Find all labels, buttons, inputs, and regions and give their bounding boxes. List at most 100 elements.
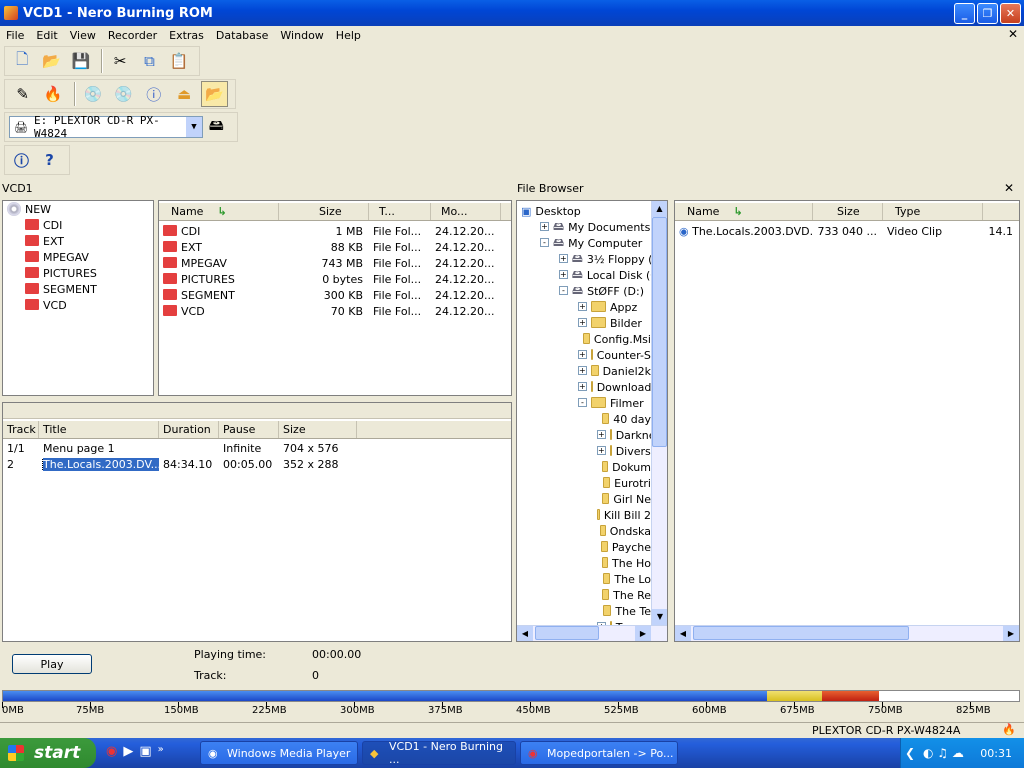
- choose-recorder-icon[interactable]: 🖴: [203, 114, 230, 140]
- tree-item[interactable]: Payche: [517, 539, 651, 555]
- menu-extras[interactable]: Extras: [163, 29, 210, 42]
- tree-item[interactable]: The Te: [517, 603, 651, 619]
- tree-item[interactable]: Ondska: [517, 523, 651, 539]
- expand-icon[interactable]: +: [578, 301, 587, 311]
- scroll-down-icon[interactable]: ▼: [652, 609, 667, 625]
- tree-item-root[interactable]: NEW: [3, 201, 153, 217]
- tree-item[interactable]: - Filmer: [517, 395, 651, 411]
- tree-item-cdi[interactable]: CDI: [3, 217, 153, 233]
- column-header-name[interactable]: Name ↳: [675, 203, 813, 220]
- tree-item[interactable]: + Bilder: [517, 315, 651, 331]
- collapse-icon[interactable]: -: [540, 237, 549, 247]
- file-browser-toggle-icon[interactable]: 📂: [200, 81, 228, 107]
- help-icon[interactable]: ?: [37, 147, 62, 173]
- scroll-up-icon[interactable]: ▲: [652, 201, 667, 217]
- burn-icon[interactable]: 🔥: [39, 81, 66, 107]
- menu-window[interactable]: Window: [274, 29, 329, 42]
- column-header-title[interactable]: Title: [39, 421, 159, 438]
- tree-item[interactable]: The Ho: [517, 555, 651, 571]
- tree-item[interactable]: Dokum: [517, 459, 651, 475]
- expand-icon[interactable]: +: [578, 381, 587, 391]
- expand-icon[interactable]: +: [559, 253, 568, 263]
- column-header-size[interactable]: Size: [813, 203, 883, 220]
- file-browser-tree[interactable]: ▣ Desktop + 🖴 My Documents - 🖴 My Computer + 🖴 3½ …: [516, 200, 668, 642]
- compilation-tree[interactable]: NEW CDI EXT MPEGAV PICTURES SEGMENT VCD: [2, 200, 154, 396]
- tree-item-segment[interactable]: SEGMENT: [3, 281, 153, 297]
- column-header-size[interactable]: Size: [279, 421, 357, 438]
- column-header-type[interactable]: Type: [883, 203, 983, 220]
- recorder-select[interactable]: 🖨 E: PLEXTOR CD-R PX-W4824 ▼: [9, 114, 203, 140]
- tray-app-icons[interactable]: ◐ ♫ ☁: [923, 746, 964, 760]
- menu-help[interactable]: Help: [330, 29, 367, 42]
- tree-item[interactable]: Config.Msi: [517, 331, 651, 347]
- collapse-icon[interactable]: -: [578, 397, 587, 407]
- list-horizontal-scrollbar[interactable]: ◀ ▶: [675, 625, 1019, 641]
- tree-item[interactable]: - 🖴 My Computer: [517, 235, 651, 251]
- track-list[interactable]: Track Title Duration Pause Size 1/1 Menu …: [2, 402, 512, 642]
- list-item[interactable]: EXT 88 KB File Fol... 24.12.20...: [159, 239, 511, 255]
- burn-disc-icon[interactable]: 💿: [80, 81, 107, 107]
- menu-file[interactable]: File: [0, 29, 30, 42]
- save-icon[interactable]: 💾: [68, 48, 94, 74]
- column-header-size[interactable]: Size: [279, 203, 369, 220]
- tree-item-mpegav[interactable]: MPEGAV: [3, 249, 153, 265]
- list-item[interactable]: MPEGAV 743 MB File Fol... 24.12.20...: [159, 255, 511, 271]
- scroll-thumb[interactable]: [652, 217, 667, 447]
- expand-icon[interactable]: +: [559, 269, 568, 279]
- tree-item[interactable]: + 🖴 My Documents: [517, 219, 651, 235]
- tree-item[interactable]: The Lo: [517, 571, 651, 587]
- tree-item[interactable]: Girl Ne: [517, 491, 651, 507]
- tree-item[interactable]: Eurotri: [517, 475, 651, 491]
- tree-horizontal-scrollbar[interactable]: ◀ ▶: [517, 625, 667, 641]
- tree-item[interactable]: The Re: [517, 587, 651, 603]
- open-folder-icon[interactable]: 📂: [38, 48, 64, 74]
- eject-icon[interactable]: ⏏: [170, 81, 197, 107]
- tree-item[interactable]: + Appz: [517, 299, 651, 315]
- list-item[interactable]: CDI 1 MB File Fol... 24.12.20...: [159, 223, 511, 239]
- tree-item[interactable]: Kill Bill 2: [517, 507, 651, 523]
- tree-item[interactable]: - 🖴 StØFF (D:): [517, 283, 651, 299]
- copy-disc-icon[interactable]: 💿: [110, 81, 137, 107]
- compilation-properties-icon[interactable]: ✎: [9, 81, 36, 107]
- paste-icon[interactable]: 📋: [166, 48, 192, 74]
- task-windows-media-player[interactable]: ◉ Windows Media Player: [200, 741, 358, 765]
- tree-item[interactable]: ▣ Desktop: [517, 203, 651, 219]
- scroll-left-icon[interactable]: ◀: [517, 626, 533, 641]
- expand-icon[interactable]: +: [597, 445, 606, 455]
- table-row[interactable]: 1/1 Menu page 1 Infinite 704 x 576: [3, 440, 511, 456]
- tree-item-vcd[interactable]: VCD: [3, 297, 153, 313]
- minimize-button[interactable]: _: [954, 3, 975, 24]
- scroll-right-icon[interactable]: ▶: [635, 626, 651, 641]
- tree-item[interactable]: +🖴3½ Floppy (A:): [517, 251, 651, 267]
- tree-item[interactable]: +Darkne: [517, 427, 651, 443]
- media-player-icon[interactable]: ▶: [123, 744, 133, 759]
- menu-database[interactable]: Database: [210, 29, 275, 42]
- play-button[interactable]: Play: [12, 654, 92, 674]
- list-item[interactable]: VCD 70 KB File Fol... 24.12.20...: [159, 303, 511, 319]
- expand-icon[interactable]: +: [578, 349, 587, 359]
- scroll-left-icon[interactable]: ◀: [675, 626, 691, 641]
- column-header-modified[interactable]: Mo...: [431, 203, 501, 220]
- tree-item[interactable]: + Daniel2k: [517, 363, 651, 379]
- close-button[interactable]: ✕: [1000, 3, 1021, 24]
- scroll-right-icon[interactable]: ▶: [1003, 626, 1019, 641]
- new-file-icon[interactable]: 🗋: [9, 48, 35, 74]
- scroll-thumb[interactable]: [535, 626, 599, 640]
- chevron-down-icon[interactable]: ▼: [186, 117, 202, 137]
- quicklaunch-app-icon[interactable]: ◉: [106, 744, 117, 759]
- tree-vertical-scrollbar[interactable]: ▲ ▼: [651, 201, 667, 625]
- chevron-right-icon[interactable]: »: [158, 744, 164, 759]
- expand-icon[interactable]: +: [578, 365, 587, 375]
- info-icon[interactable]: ⓘ: [9, 147, 34, 173]
- collapse-icon[interactable]: -: [559, 285, 568, 295]
- disc-info-icon[interactable]: ⓘ: [140, 81, 167, 107]
- tree-item[interactable]: +🖴Local Disk (C:): [517, 267, 651, 283]
- column-header-track[interactable]: Track: [3, 421, 39, 438]
- menu-edit[interactable]: Edit: [30, 29, 63, 42]
- desktop-icon[interactable]: ▣: [139, 744, 151, 759]
- tree-item-pictures[interactable]: PICTURES: [3, 265, 153, 281]
- list-item[interactable]: ◉ The.Locals.2003.DVD... 733 040 ... Vid…: [675, 223, 1019, 239]
- column-header-type[interactable]: T...: [369, 203, 431, 220]
- tree-item-ext[interactable]: EXT: [3, 233, 153, 249]
- tree-item[interactable]: + Download: [517, 379, 651, 395]
